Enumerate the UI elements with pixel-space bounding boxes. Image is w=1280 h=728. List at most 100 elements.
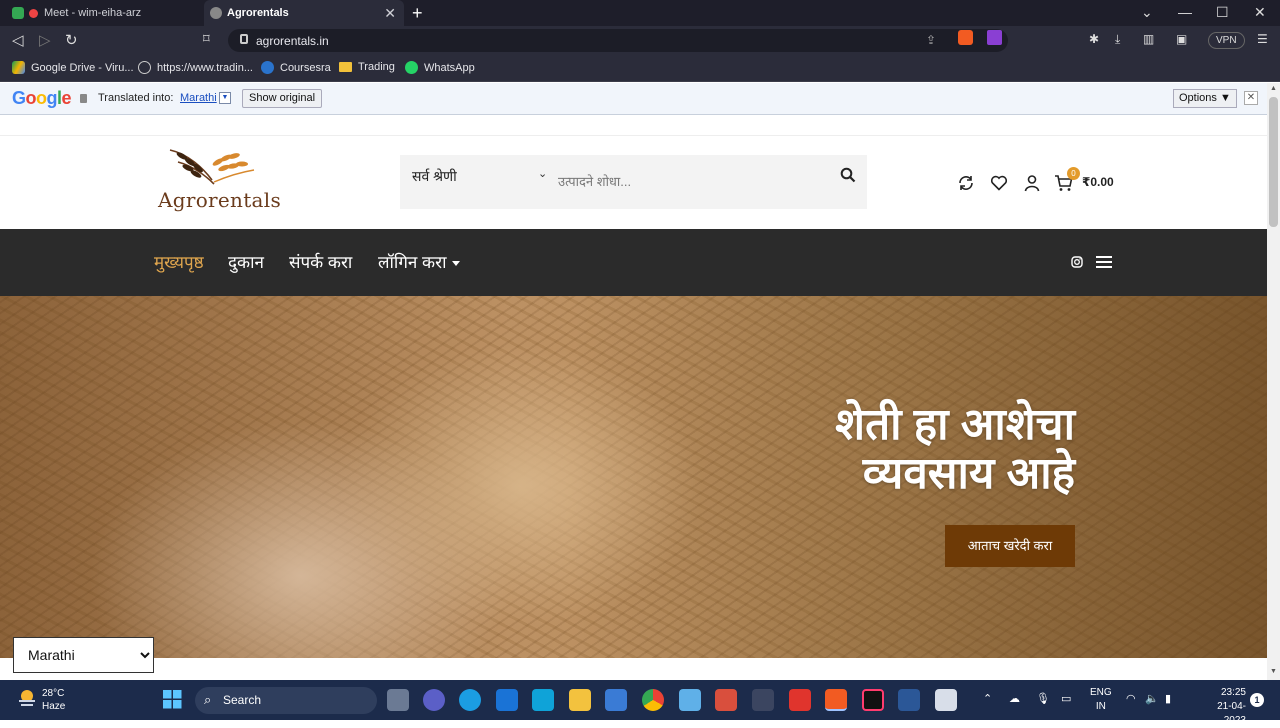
microphone-icon[interactable]: 🎙 — [1036, 692, 1050, 705]
category-select[interactable]: सर्व श्रेणी — [412, 167, 457, 186]
tab-meet[interactable]: Meet - wim-eiha-arz — [6, 0, 202, 26]
cart-total[interactable]: ₹0.00 — [1082, 175, 1114, 189]
extensions-icon[interactable]: ✱ — [1089, 32, 1099, 46]
close-window-button[interactable]: ✕ — [1254, 4, 1266, 21]
scroll-up-icon[interactable]: ▲ — [1270, 85, 1277, 92]
volume-icon[interactable]: 🔈 — [1145, 692, 1159, 705]
translated-into-label: Translated into: — [98, 92, 174, 104]
bookmark-trading-folder[interactable]: Trading — [339, 61, 395, 73]
weather-description: Haze — [42, 701, 66, 712]
sidebar-icon[interactable]: ▥ — [1143, 32, 1154, 46]
brave-shields-icon[interactable] — [958, 30, 973, 45]
close-icon[interactable]: ✕ — [1244, 91, 1258, 105]
weather-haze-icon[interactable] — [16, 687, 38, 709]
bookmark-icon[interactable]: ⌑ — [203, 31, 210, 47]
windows-start-icon[interactable] — [163, 690, 182, 709]
nav-contact[interactable]: संपर्क करा — [289, 250, 352, 273]
clock-time: 23:25 — [1220, 687, 1246, 698]
translate-language-link[interactable]: Marathi — [180, 92, 217, 104]
wishlist-heart-icon[interactable] — [990, 174, 1008, 192]
word-icon[interactable] — [898, 689, 920, 711]
file-explorer-icon[interactable] — [569, 689, 591, 711]
search-input[interactable] — [558, 164, 828, 198]
address-bar[interactable]: agrorentals.in ⇪ — [228, 29, 1008, 52]
show-hidden-icons[interactable]: ⌃ — [983, 692, 992, 705]
nav-login-label: लॉगिन करा — [378, 253, 447, 272]
forward-icon[interactable]: ▷ — [39, 31, 51, 49]
back-icon[interactable]: ◁ — [12, 31, 24, 49]
onedrive-icon[interactable]: ☁ — [1009, 692, 1020, 705]
hamburger-menu-icon[interactable] — [1096, 255, 1112, 269]
language-select[interactable]: Marathi — [13, 637, 154, 673]
vpn-button[interactable]: VPN — [1208, 32, 1245, 49]
product-search: सर्व श्रेणी ⌄ — [400, 155, 867, 209]
downloads-icon[interactable]: ⤓ — [1115, 32, 1120, 47]
lock-icon — [240, 34, 248, 44]
battery-icon[interactable]: ▮ — [1165, 692, 1171, 705]
bookmark-trading-url[interactable]: https://www.tradin... — [138, 61, 253, 74]
language-dropdown-icon[interactable]: ▼ — [219, 92, 231, 104]
hero-image — [0, 296, 1267, 658]
chrome-icon[interactable] — [642, 689, 664, 711]
bookmark-coursera[interactable]: Coursesra — [261, 61, 331, 74]
input-language[interactable]: ENG IN — [1090, 686, 1112, 714]
teams-icon[interactable] — [423, 689, 445, 711]
drive-icon[interactable]: ▭ — [1061, 692, 1071, 705]
search-icon[interactable] — [840, 167, 856, 183]
wifi-icon[interactable]: ◠ — [1126, 692, 1136, 705]
options-button[interactable]: Options ▼ — [1173, 89, 1237, 108]
brave-rewards-icon[interactable] — [987, 30, 1002, 45]
reload-icon[interactable]: ↻ — [65, 31, 78, 49]
nav-login[interactable]: लॉगिन करा — [378, 250, 461, 273]
wallet-icon[interactable]: ▣ — [1176, 32, 1187, 46]
page-scrollbar[interactable]: ▲ ▼ — [1267, 83, 1280, 680]
clock[interactable]: 23:25 21-04-2023 — [1206, 686, 1246, 728]
media-app-icon[interactable] — [862, 689, 884, 711]
tab-agrorentals[interactable]: Agrorentals ✕ — [204, 0, 404, 26]
search-icon: ⌕ — [204, 692, 212, 707]
maximize-button[interactable]: ☐ — [1216, 4, 1229, 21]
taskbar-search[interactable]: ⌕ Search — [195, 687, 377, 714]
globe-icon — [210, 7, 222, 19]
instagram-icon[interactable] — [1071, 256, 1083, 268]
compare-icon[interactable] — [957, 174, 975, 192]
scrollbar-thumb[interactable] — [1269, 97, 1278, 227]
notepad-icon[interactable] — [679, 689, 701, 711]
edge-icon[interactable] — [459, 689, 481, 711]
snipping-tool-icon[interactable] — [935, 689, 957, 711]
url-text: agrorentals.in — [256, 34, 329, 48]
bookmarks-bar: Google Drive - Viru... https://www.tradi… — [0, 55, 1280, 82]
nav-home[interactable]: मुख्यपृष्ठ — [154, 250, 204, 273]
task-view-icon[interactable] — [387, 689, 409, 711]
l-app-icon[interactable] — [532, 689, 554, 711]
bookmark-whatsapp[interactable]: WhatsApp — [405, 61, 475, 74]
site-logo-text[interactable]: Agrorentals — [158, 188, 281, 212]
wps-office-icon[interactable] — [789, 689, 811, 711]
bookmark-google-drive[interactable]: Google Drive - Viru... — [12, 61, 134, 74]
tab-search-icon[interactable]: ⌄ — [1141, 4, 1153, 21]
google-drive-icon — [12, 61, 25, 74]
app-icon[interactable] — [715, 689, 737, 711]
brave-browser-icon[interactable] — [825, 689, 847, 711]
lock-icon — [80, 94, 87, 103]
chevron-down-icon[interactable]: ⌄ — [538, 167, 547, 180]
shop-now-button[interactable]: आताच खरेदी करा — [945, 525, 1075, 567]
share-icon[interactable]: ⇪ — [926, 33, 936, 47]
scroll-down-icon[interactable]: ▼ — [1270, 668, 1277, 675]
close-tab-icon[interactable]: ✕ — [384, 5, 396, 22]
nav-shop[interactable]: दुकान — [228, 250, 264, 273]
windows-taskbar: 28°C Haze ⌕ Search ⌃ ☁ 🎙 ▭ ENG IN ◠ 🔈 ▮ 2… — [0, 680, 1280, 726]
notification-icon[interactable]: 1 — [1250, 693, 1264, 707]
cart-count-badge: 0 — [1067, 167, 1080, 180]
ms-store-icon[interactable] — [605, 689, 627, 711]
mail-icon[interactable] — [496, 689, 518, 711]
new-tab-button[interactable]: + — [412, 3, 423, 24]
infinity-app-icon[interactable] — [752, 689, 774, 711]
hero-heading-line1: शेती हा आशेचा — [835, 400, 1075, 449]
show-original-button[interactable]: Show original — [242, 89, 323, 108]
menu-icon[interactable]: ☰ — [1257, 32, 1268, 46]
meet-icon — [12, 7, 24, 19]
account-user-icon[interactable] — [1023, 174, 1041, 192]
tab-title: Agrorentals — [227, 7, 289, 19]
minimize-button[interactable]: — — [1178, 4, 1192, 20]
